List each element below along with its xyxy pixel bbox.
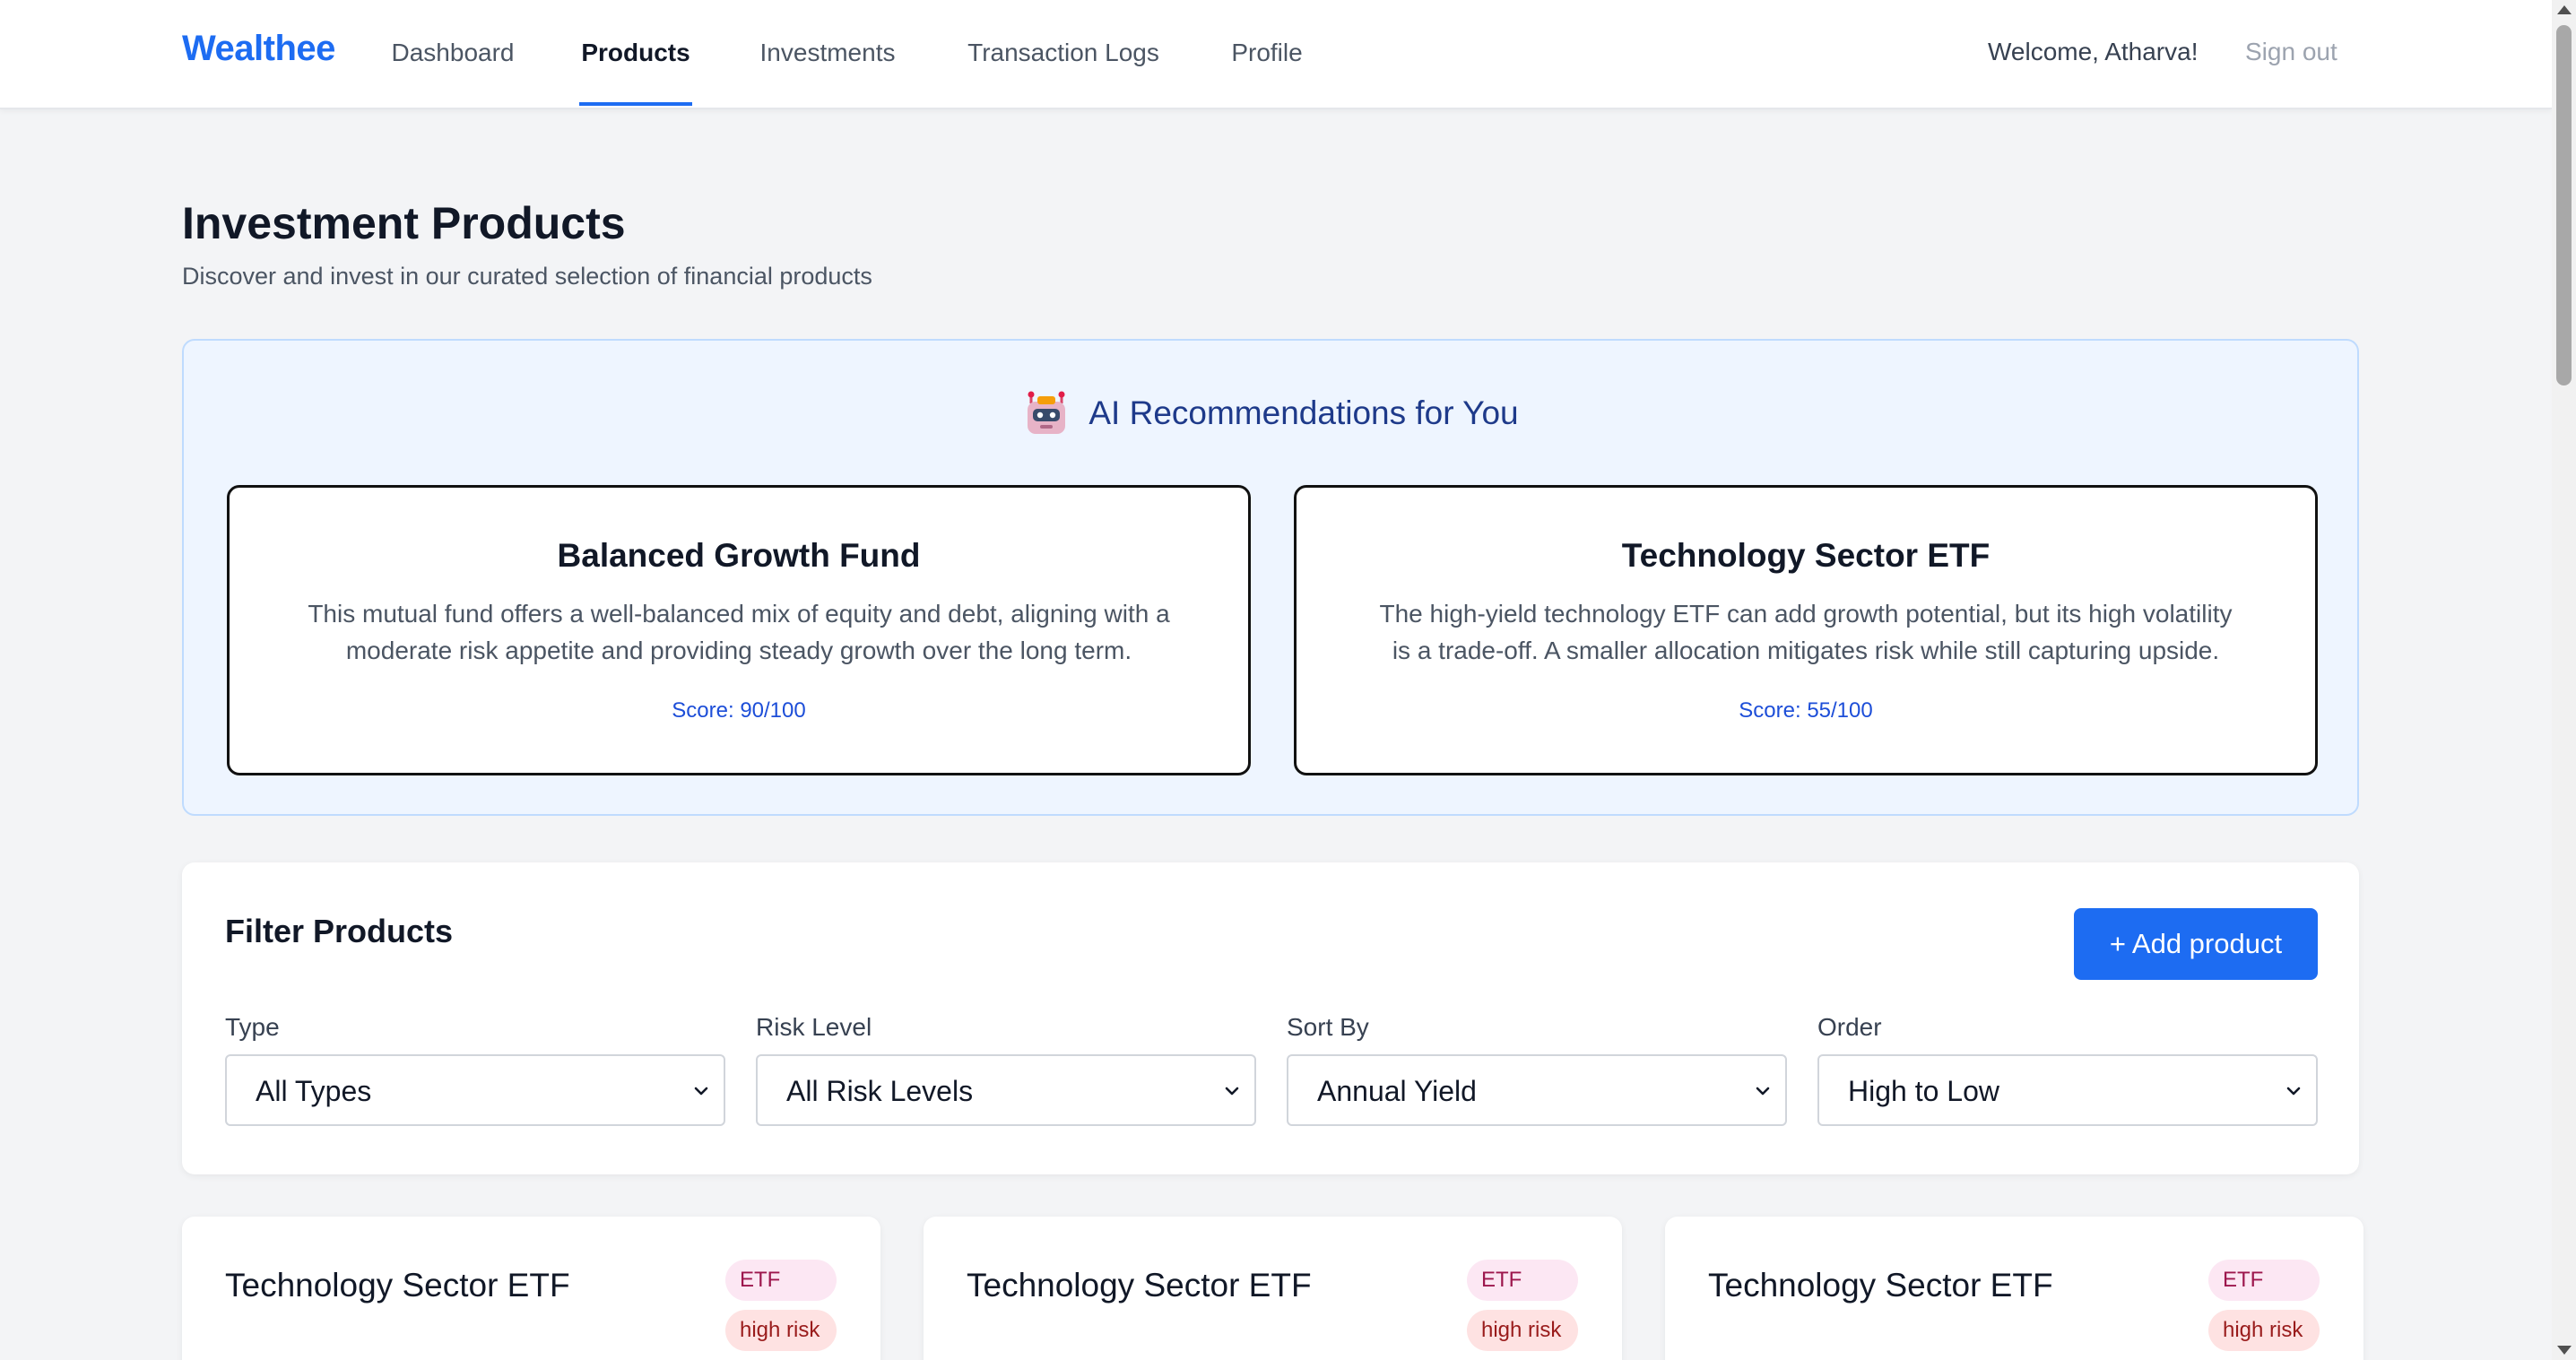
chevron-down-icon [694,1087,708,1096]
page-subtitle: Discover and invest in our curated selec… [182,263,872,290]
product-type-badge: ETF [1467,1260,1578,1301]
recommendation-score: Score: 90/100 [672,698,806,723]
top-navbar: Wealthee Dashboard Products Investments … [0,0,2552,109]
robot-icon [1028,391,1066,434]
nav-link-products[interactable]: Products [579,0,692,106]
risk-badge: high risk [1467,1310,1578,1351]
order-select[interactable]: High to Low [1817,1054,2318,1126]
recommendation-description: The high-yield technology ETF can add gr… [1379,600,2233,664]
product-name: Technology Sector ETF [225,1267,570,1304]
scrollbar-thumb[interactable] [2556,25,2572,385]
recommendation-card[interactable]: Balanced Growth Fund This mutual fund of… [227,485,1251,775]
ai-recommendations-title: AI Recommendations for You [1089,394,1519,431]
ai-recommendations-header: AI Recommendations for You [184,389,2357,437]
filter-panel: Filter Products + Add product Type All T… [182,862,2359,1174]
recommendation-name: Technology Sector ETF [1621,537,1991,574]
product-type-badge: ETF [725,1260,837,1301]
sort-by-filter: Sort By Annual Yield [1287,1013,1787,1126]
nav-link-investments[interactable]: Investments [757,0,898,106]
type-select-value: All Types [256,1075,372,1107]
risk-level-filter: Risk Level All Risk Levels [756,1013,1256,1126]
filter-title: Filter Products [225,913,454,949]
recommendation-description: This mutual fund offers a well-balanced … [308,600,1170,664]
type-select[interactable]: All Types [225,1054,725,1126]
risk-badge: high risk [725,1310,837,1351]
page-title: Investment Products [182,198,626,248]
order-select-value: High to Low [1848,1075,1999,1107]
product-type-badge: ETF [2208,1260,2320,1301]
recommendation-name: Balanced Growth Fund [557,537,921,574]
risk-level-select-value: All Risk Levels [786,1075,974,1107]
product-card[interactable]: Technology Sector ETF ETF high risk [182,1217,880,1360]
product-card[interactable]: Technology Sector ETF ETF high risk [924,1217,1622,1360]
sort-by-filter-label: Sort By [1287,1013,1369,1041]
nav-link-profile[interactable]: Profile [1228,0,1305,106]
type-filter-label: Type [225,1013,280,1041]
vertical-scrollbar[interactable] [2552,0,2576,1360]
risk-level-filter-label: Risk Level [756,1013,872,1041]
product-card[interactable]: Technology Sector ETF ETF high risk [1665,1217,2364,1360]
brand-logo[interactable]: Wealthee [182,29,335,69]
sort-by-select[interactable]: Annual Yield [1287,1054,1787,1126]
product-name: Technology Sector ETF [1708,1267,2053,1304]
sort-by-select-value: Annual Yield [1317,1075,1477,1107]
welcome-message: Welcome, Atharva! [1988,38,2199,65]
scroll-up-arrow-icon[interactable] [2557,5,2572,14]
product-name: Technology Sector ETF [967,1267,1312,1304]
recommendation-score: Score: 55/100 [1739,698,1873,723]
chevron-down-icon [1225,1087,1239,1096]
risk-badge: high risk [2208,1310,2320,1351]
recommendation-card[interactable]: Technology Sector ETF The high-yield tec… [1294,485,2318,775]
add-product-button[interactable]: + Add product [2074,908,2318,980]
nav-link-transaction-logs[interactable]: Transaction Logs [967,0,1160,106]
ai-recommendations-panel: AI Recommendations for You Balanced Grow… [182,339,2359,816]
risk-level-select[interactable]: All Risk Levels [756,1054,1256,1126]
nav-link-dashboard[interactable]: Dashboard [391,0,515,106]
order-filter-label: Order [1817,1013,1882,1041]
scroll-down-arrow-icon[interactable] [2557,1346,2572,1355]
type-filter: Type All Types [225,1013,725,1126]
order-filter: Order High to Low [1817,1013,2318,1126]
app: Wealthee Dashboard Products Investments … [0,0,2552,1360]
chevron-down-icon [2286,1087,2301,1096]
chevron-down-icon [1756,1087,1770,1096]
sign-out-link[interactable]: Sign out [2245,0,2337,104]
